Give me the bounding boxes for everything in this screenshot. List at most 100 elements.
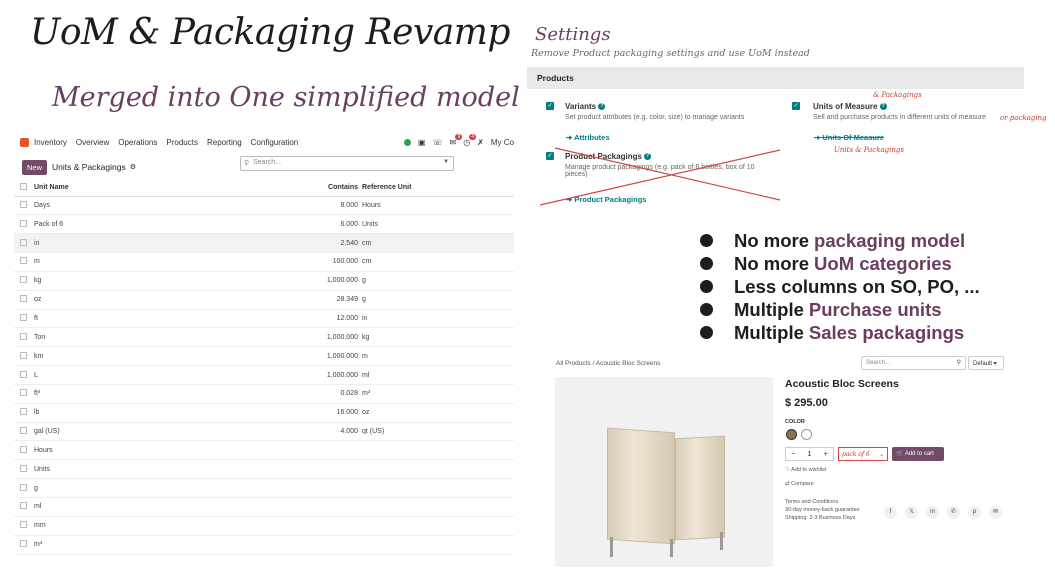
select-all-checkbox[interactable] — [20, 183, 27, 191]
row-checkbox[interactable] — [20, 257, 27, 265]
row-checkbox[interactable] — [20, 408, 27, 416]
menu-operations[interactable]: Operations — [118, 138, 157, 147]
facebook-icon[interactable]: f — [884, 506, 897, 519]
chevron-down-icon[interactable]: ▼ — [443, 159, 449, 165]
plus-icon[interactable]: + — [819, 451, 833, 458]
status-icon[interactable] — [403, 138, 411, 146]
search-input[interactable]: ⚲ Search... ▼ — [240, 156, 454, 171]
row-checkbox[interactable] — [20, 219, 27, 227]
table-row[interactable]: gal (US) 4.000 qt (US) — [14, 422, 514, 442]
table-row[interactable]: Ton 1,000.000 kg — [14, 327, 514, 348]
menu-configuration[interactable]: Configuration — [251, 138, 299, 147]
row-checkbox[interactable] — [20, 351, 27, 359]
table-row[interactable]: in 2.540 cm — [14, 233, 514, 254]
table-row[interactable]: Pack of 6 6.000 Units — [14, 214, 514, 235]
shop-search-input[interactable]: Search... ⚲ — [861, 356, 966, 370]
row-checkbox[interactable] — [20, 427, 27, 435]
whatsapp-icon[interactable]: ✆ — [947, 506, 960, 519]
row-checkbox[interactable] — [20, 332, 27, 340]
cell-unit-name: m — [34, 252, 264, 272]
app-name[interactable]: Inventory — [34, 138, 67, 147]
row-checkbox[interactable] — [20, 483, 27, 491]
search-icon: ⚲ — [244, 160, 250, 167]
company-switcher[interactable]: My Co — [491, 138, 514, 147]
color-swatch-brown[interactable] — [786, 429, 797, 440]
row-checkbox[interactable] — [20, 238, 27, 246]
menu-overview[interactable]: Overview — [76, 138, 109, 147]
table-row[interactable]: m 100.000 cm — [14, 252, 514, 272]
cell-unit-name: ft³ — [34, 384, 264, 404]
bullet-item: No more UoM categories — [700, 252, 980, 275]
chat-icon[interactable]: ✉ 9 — [449, 133, 463, 147]
chevron-down-icon: ⌄ — [878, 451, 884, 458]
cell-contains: 0.028 — [264, 384, 362, 404]
color-swatch-white[interactable] — [801, 429, 812, 440]
table-row[interactable]: km 1,000.000 m — [14, 346, 514, 367]
email-icon[interactable]: ✉ — [989, 506, 1002, 519]
row-checkbox[interactable] — [20, 540, 27, 548]
help-icon[interactable]: ? — [879, 103, 887, 111]
linkedin-icon[interactable]: in — [926, 506, 939, 519]
table-row[interactable]: lb 16.000 oz — [14, 403, 514, 423]
table-row[interactable]: Days 8.000 Hours — [14, 196, 514, 216]
table-row[interactable]: ft 12.000 in — [14, 309, 514, 329]
products-section-header: Products — [527, 67, 1024, 89]
new-button[interactable]: New — [22, 159, 48, 175]
tools-icon[interactable]: ✗ — [477, 138, 484, 147]
quantity-value[interactable]: 1 — [800, 451, 818, 458]
table-row[interactable]: m³ — [14, 535, 514, 555]
row-checkbox[interactable] — [20, 521, 27, 529]
row-checkbox[interactable] — [20, 295, 27, 303]
packaging-select[interactable]: pack of 6 ⌄ — [838, 447, 888, 461]
cell-reference-unit: ml — [362, 365, 514, 385]
row-checkbox[interactable] — [20, 276, 27, 284]
table-row[interactable]: Units — [14, 459, 514, 480]
sort-dropdown[interactable]: Default ▾ — [968, 356, 1004, 370]
table-row[interactable]: ft³ 0.028 m³ — [14, 384, 514, 404]
pinterest-icon[interactable]: p — [968, 506, 981, 519]
menu-products[interactable]: Products — [166, 138, 198, 147]
row-checkbox[interactable] — [20, 445, 27, 453]
inventory-app-icon[interactable] — [20, 137, 29, 147]
units-of-measure-link[interactable]: ➜ Units Of Measure — [814, 133, 884, 142]
cell-contains — [264, 478, 362, 498]
column-contains[interactable]: Contains — [264, 180, 362, 197]
phone-icon[interactable]: ☏ — [432, 138, 442, 147]
terms-link[interactable]: Terms and Conditions — [785, 499, 838, 505]
row-checkbox[interactable] — [20, 200, 27, 208]
social-share-bar: f 𝕏 in ✆ p ✉ — [884, 506, 1002, 519]
quantity-stepper[interactable]: − 1 + — [785, 447, 834, 461]
uom-checkbox[interactable]: ✓ — [792, 102, 800, 110]
table-row[interactable]: L 1,000.000 ml — [14, 365, 514, 385]
compare-link[interactable]: ⇄ Compare — [785, 481, 814, 487]
row-checkbox[interactable] — [20, 502, 27, 510]
breadcrumb[interactable]: All Products / Acoustic Bloc Screens — [556, 360, 660, 367]
x-icon[interactable]: 𝕏 — [905, 506, 918, 519]
wishlist-link[interactable]: ♡ Add to wishlist — [785, 467, 826, 473]
menu-reporting[interactable]: Reporting — [207, 138, 242, 147]
activity-icon[interactable]: ◷ 4 — [463, 133, 476, 147]
row-checkbox[interactable] — [20, 370, 27, 378]
cell-contains: 1,000.000 — [264, 327, 362, 348]
column-reference-unit[interactable]: Reference Unit — [362, 180, 514, 197]
variants-checkbox[interactable]: ✓ — [546, 102, 554, 110]
table-row[interactable]: kg 1,000.000 g — [14, 271, 514, 291]
table-row[interactable]: mm — [14, 516, 514, 536]
cell-reference-unit — [362, 478, 514, 498]
table-row[interactable]: ml — [14, 497, 514, 517]
cell-contains — [264, 516, 362, 536]
building-icon[interactable]: ▣ — [418, 138, 426, 147]
cell-reference-unit: oz — [362, 403, 514, 423]
table-row[interactable]: Hours — [14, 440, 514, 461]
handwritten-note-or-packaging: or packaging — [1000, 114, 1047, 122]
gear-icon[interactable]: ⚙ — [130, 163, 136, 171]
row-checkbox[interactable] — [20, 464, 27, 472]
row-checkbox[interactable] — [20, 313, 27, 321]
column-unit-name[interactable]: Unit Name — [34, 180, 264, 197]
row-checkbox[interactable] — [20, 389, 27, 397]
help-icon[interactable]: ? — [598, 103, 606, 111]
table-row[interactable]: oz 28.349 g — [14, 290, 514, 310]
add-to-cart-button[interactable]: 🛒 Add to cart — [892, 447, 944, 461]
table-row[interactable]: g — [14, 478, 514, 498]
minus-icon[interactable]: − — [786, 451, 800, 458]
